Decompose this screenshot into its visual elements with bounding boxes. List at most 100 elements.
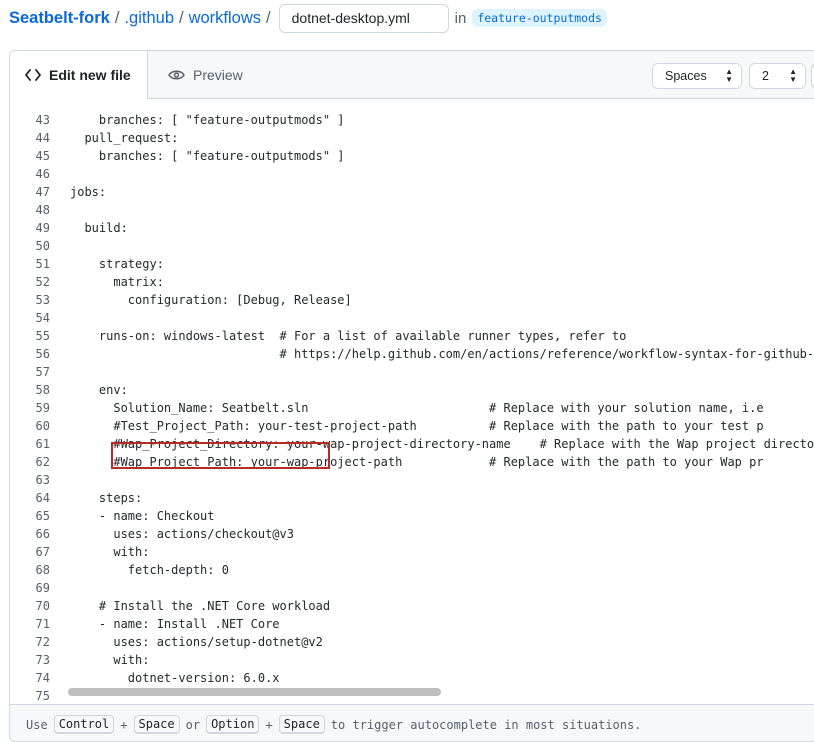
code-line[interactable]: 66 uses: actions/checkout@v3 bbox=[10, 525, 814, 543]
code-line[interactable]: 47 jobs: bbox=[10, 183, 814, 201]
line-text: steps: bbox=[70, 491, 143, 505]
breadcrumb-github-dir-link[interactable]: .github bbox=[124, 9, 174, 28]
indent-size-select[interactable]: 2 ▲ ▼ bbox=[749, 63, 806, 89]
code-line[interactable]: 57 bbox=[10, 363, 814, 381]
code-line[interactable]: 71 - name: Install .NET Core bbox=[10, 615, 814, 633]
code-line[interactable]: 45 branches: [ "feature-outputmods" ] bbox=[10, 147, 814, 165]
line-text: strategy: bbox=[70, 257, 164, 271]
line-text: - name: Checkout bbox=[70, 509, 215, 523]
line-text bbox=[50, 579, 70, 597]
line-text bbox=[50, 363, 70, 381]
line-text: - name: Install .NET Core bbox=[70, 617, 280, 631]
line-text bbox=[50, 471, 70, 489]
code-area[interactable]: 43 branches: [ "feature-outputmods" ] 44 … bbox=[10, 111, 814, 705]
code-line[interactable]: 52 matrix: bbox=[10, 273, 814, 291]
line-text: #Test_Project_Path: your-test-project-pa… bbox=[70, 419, 764, 433]
tab-preview[interactable]: Preview bbox=[168, 51, 243, 98]
code-line[interactable]: 49 build: bbox=[10, 219, 814, 237]
line-text: configuration: [Debug, Release] bbox=[70, 293, 352, 307]
line-number: 47 bbox=[35, 185, 50, 199]
code-line[interactable]: 68 fetch-depth: 0 bbox=[10, 561, 814, 579]
code-line[interactable]: 64 steps: bbox=[10, 489, 814, 507]
breadcrumb-workflows-dir-link[interactable]: workflows bbox=[189, 9, 261, 28]
line-number: 57 bbox=[35, 365, 50, 379]
code-line[interactable]: 70 # Install the .NET Core workload bbox=[10, 597, 814, 615]
line-number: 66 bbox=[35, 527, 50, 541]
kbd-space: Space bbox=[278, 715, 325, 734]
line-text: env: bbox=[70, 383, 128, 397]
code-line[interactable]: 69 bbox=[10, 579, 814, 597]
code-line[interactable]: 54 bbox=[10, 309, 814, 327]
code-line[interactable]: 65 - name: Checkout bbox=[10, 507, 814, 525]
tab-preview-label: Preview bbox=[193, 66, 243, 83]
code-line[interactable]: 72 uses: actions/setup-dotnet@v2 bbox=[10, 633, 814, 651]
line-number: 50 bbox=[35, 239, 50, 253]
line-number: 45 bbox=[35, 149, 50, 163]
code-line[interactable]: 51 strategy: bbox=[10, 255, 814, 273]
line-number: 64 bbox=[35, 491, 50, 505]
line-number: 59 bbox=[35, 401, 50, 415]
line-number: 70 bbox=[35, 599, 50, 613]
code-line[interactable]: 43 branches: [ "feature-outputmods" ] bbox=[10, 111, 814, 129]
line-number: 58 bbox=[35, 383, 50, 397]
line-text bbox=[50, 165, 70, 183]
line-number: 72 bbox=[35, 635, 50, 649]
tab-edit-new-file[interactable]: Edit new file bbox=[10, 51, 148, 99]
eye-icon bbox=[168, 69, 185, 81]
line-number: 51 bbox=[35, 257, 50, 271]
line-text: fetch-depth: 0 bbox=[70, 563, 229, 577]
code-line[interactable]: 56 # https://help.github.com/en/actions/… bbox=[10, 345, 814, 363]
line-text bbox=[50, 309, 70, 327]
line-number: 75 bbox=[35, 689, 50, 703]
line-text: pull_request: bbox=[70, 131, 179, 145]
code-line[interactable]: 59 Solution_Name: Seatbelt.sln # Replace… bbox=[10, 399, 814, 417]
line-text: branches: [ "feature-outputmods" ] bbox=[70, 149, 345, 163]
line-number: 71 bbox=[35, 617, 50, 631]
code-line[interactable]: 67 with: bbox=[10, 543, 814, 561]
line-number: 49 bbox=[35, 221, 50, 235]
line-number: 63 bbox=[35, 473, 50, 487]
editor-tabbar: Edit new file Preview Spaces ▲ ▼ 2 ▲ ▼ bbox=[10, 51, 814, 99]
line-text bbox=[50, 237, 70, 255]
breadcrumb-repo-link[interactable]: Seatbelt-fork bbox=[9, 9, 110, 28]
line-text: #Wap_Project_Path: your-wap-project-path… bbox=[70, 455, 764, 469]
editor-footer-hint: Use Control + Space or Option + Space to… bbox=[10, 704, 814, 741]
indent-mode-select[interactable]: Spaces ▲ ▼ bbox=[652, 63, 742, 89]
line-number: 62 bbox=[35, 455, 50, 469]
code-icon bbox=[25, 69, 41, 81]
line-text: dotnet-version: 6.0.x bbox=[70, 671, 280, 685]
select-arrows-icon: ▲ ▼ bbox=[725, 67, 733, 84]
line-text: with: bbox=[70, 545, 150, 559]
code-line[interactable]: 58 env: bbox=[10, 381, 814, 399]
code-line[interactable]: 73 with: bbox=[10, 651, 814, 669]
code-line[interactable]: 53 configuration: [Debug, Release] bbox=[10, 291, 814, 309]
indent-size-value: 2 bbox=[762, 69, 769, 83]
code-line[interactable]: 60 #Test_Project_Path: your-test-project… bbox=[10, 417, 814, 435]
footer-plus: + bbox=[120, 717, 128, 732]
select-arrows-icon: ▲ ▼ bbox=[789, 67, 797, 84]
filename-input[interactable] bbox=[278, 3, 449, 33]
footer-plus: + bbox=[265, 717, 273, 732]
line-text: Solution_Name: Seatbelt.sln # Replace wi… bbox=[70, 401, 764, 415]
code-line[interactable]: 46 bbox=[10, 165, 814, 183]
code-line[interactable]: 63 bbox=[10, 471, 814, 489]
code-line[interactable]: 50 bbox=[10, 237, 814, 255]
line-number: 69 bbox=[35, 581, 50, 595]
code-line[interactable]: 55 runs-on: windows-latest # For a list … bbox=[10, 327, 814, 345]
tab-edit-label: Edit new file bbox=[49, 67, 131, 83]
line-number: 60 bbox=[35, 419, 50, 433]
code-line[interactable]: 61 #Wap_Project_Directory: your-wap-proj… bbox=[10, 435, 814, 453]
kbd-space: Space bbox=[133, 715, 180, 734]
breadcrumb-separator: / bbox=[179, 8, 184, 27]
line-text: # Install the .NET Core workload bbox=[70, 599, 331, 613]
line-text: jobs: bbox=[70, 185, 107, 199]
breadcrumb-separator: / bbox=[114, 8, 120, 27]
code-line[interactable]: 74 dotnet-version: 6.0.x bbox=[10, 669, 814, 687]
code-line[interactable]: 62 #Wap_Project_Path: your-wap-project-p… bbox=[10, 453, 814, 471]
line-text: matrix: bbox=[70, 275, 164, 289]
line-number: 54 bbox=[35, 311, 50, 325]
code-line[interactable]: 48 bbox=[10, 201, 814, 219]
breadcrumb-separator: / bbox=[266, 8, 271, 27]
code-line[interactable]: 44 pull_request: bbox=[10, 129, 814, 147]
horizontal-scrollbar[interactable] bbox=[68, 688, 441, 696]
